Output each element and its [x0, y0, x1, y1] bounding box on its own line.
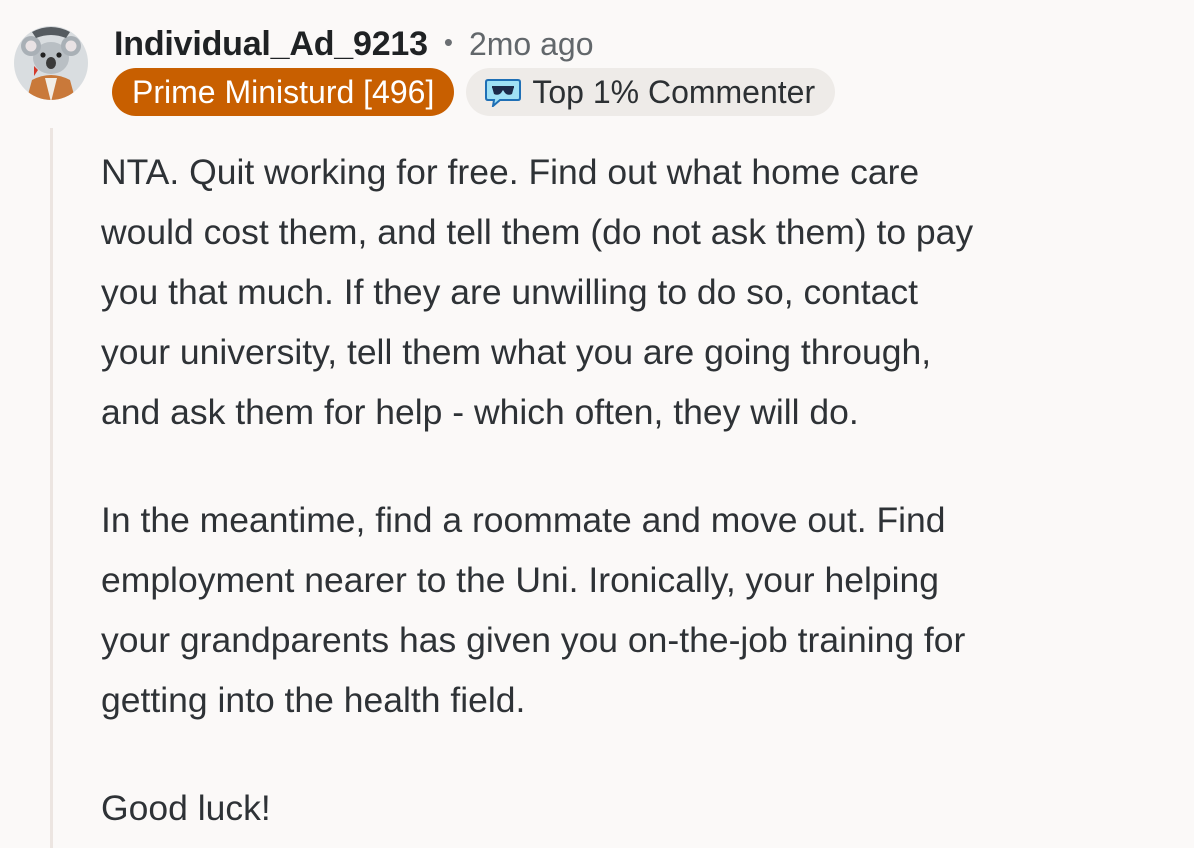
- sunglasses-speech-bubble-icon: [484, 77, 522, 109]
- username-link[interactable]: Individual_Ad_9213: [114, 25, 428, 64]
- comment-text-line: employment nearer to the Uni. Ironically…: [101, 560, 939, 600]
- thread-line[interactable]: [50, 128, 53, 848]
- comment-text-line: NTA. Quit working for free. Find out wha…: [101, 152, 920, 192]
- achievement-label: Top 1% Commenter: [532, 73, 816, 110]
- comment: Individual_Ad_9213 • 2mo ago Prime Minis…: [0, 0, 1194, 848]
- comment-paragraph: NTA. Quit working for free. Find out wha…: [101, 142, 1191, 442]
- comment-text-line: getting into the health field.: [101, 680, 526, 720]
- comment-text-line: would cost them, and tell them (do not a…: [101, 212, 974, 252]
- comment-paragraph: Good luck!: [101, 778, 1191, 838]
- user-avatar[interactable]: [12, 24, 90, 102]
- comment-body: NTA. Quit working for free. Find out wha…: [101, 142, 1191, 838]
- timestamp[interactable]: 2mo ago: [469, 26, 594, 63]
- koala-avatar-icon: [14, 26, 88, 100]
- separator-dot: •: [443, 26, 453, 57]
- achievement-badge[interactable]: Top 1% Commenter: [466, 68, 836, 116]
- comment-text-line: your grandparents has given you on-the-j…: [101, 620, 966, 660]
- user-flair-badge: Prime Ministurd [496]: [112, 68, 455, 116]
- badge-row: Prime Ministurd [496] Top 1% Commenter: [112, 68, 836, 116]
- comment-text-line: you that much. If they are unwilling to …: [101, 272, 918, 312]
- comment-text-line: your university, tell them what you are …: [101, 332, 932, 372]
- comment-text-line: and ask them for help - which often, the…: [101, 392, 859, 432]
- comment-header: Individual_Ad_9213 • 2mo ago: [114, 22, 594, 66]
- comment-text-line: Good luck!: [101, 788, 271, 828]
- comment-paragraph: In the meantime, find a roommate and mov…: [101, 490, 1191, 730]
- comment-text-line: In the meantime, find a roommate and mov…: [101, 500, 946, 540]
